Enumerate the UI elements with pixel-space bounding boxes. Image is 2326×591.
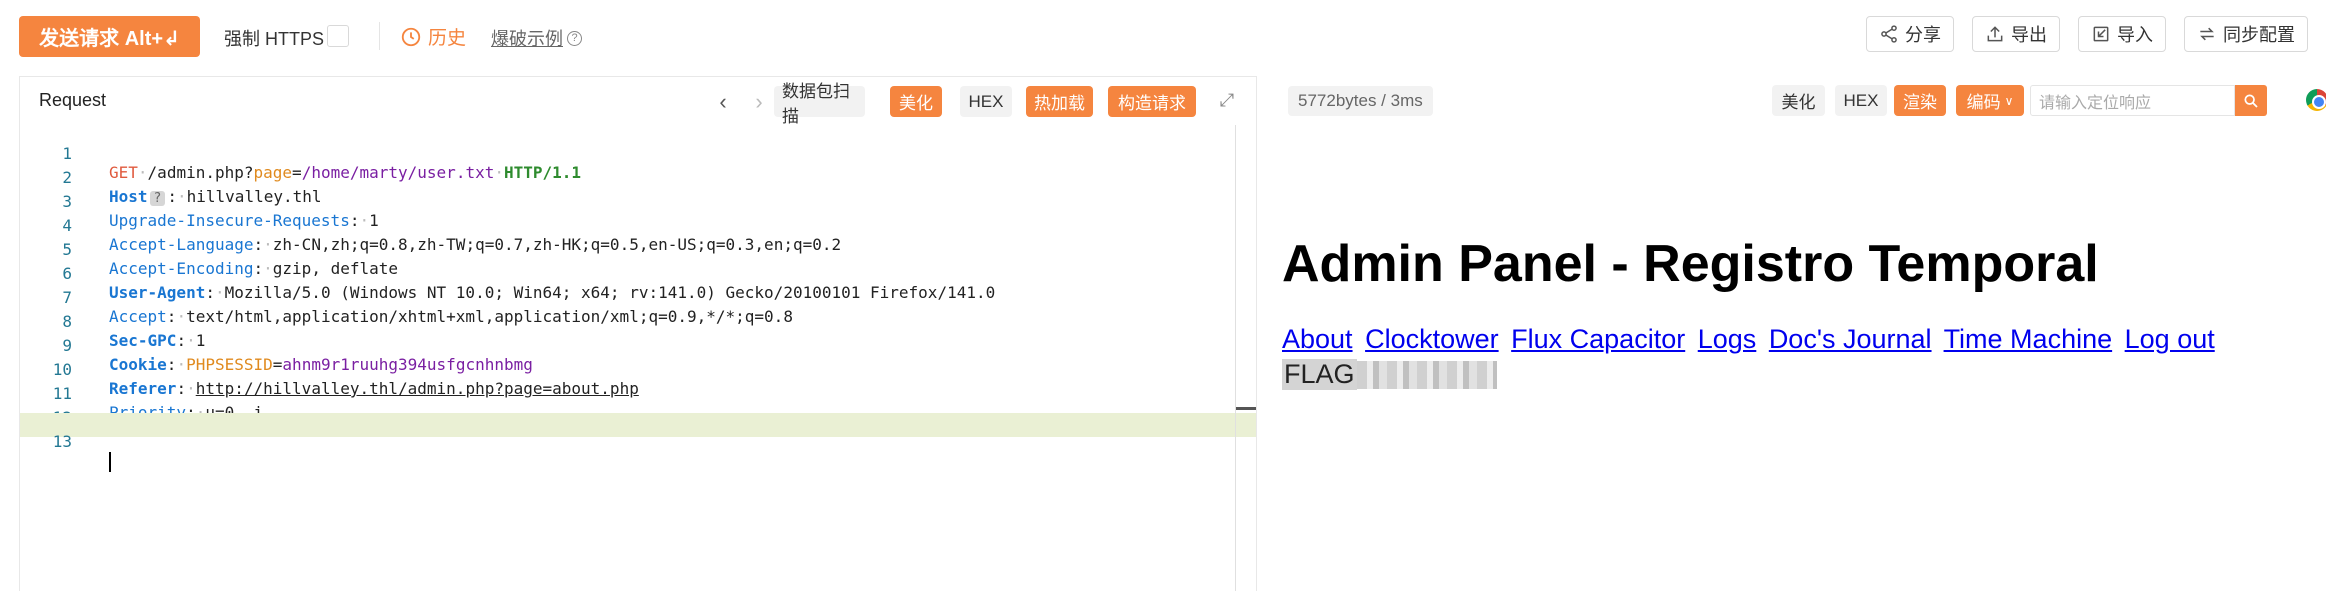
code-line: 11 Priority:·u=0, i	[20, 365, 1256, 422]
share-label: 分享	[1905, 25, 1941, 45]
response-hex-button[interactable]: HEX	[1835, 85, 1887, 116]
code-line: 7 Accept:·text/html,application/xhtml+xm…	[20, 269, 1256, 326]
force-https-checkbox[interactable]	[327, 25, 349, 47]
code-line: 10 Referer:·http://hillvalley.thl/admin.…	[20, 341, 1256, 398]
share-icon	[1881, 25, 1897, 43]
clock-icon	[401, 27, 421, 46]
editor-scrollbar[interactable]	[1235, 125, 1236, 591]
import-button[interactable]: 导入	[2078, 16, 2166, 52]
examples-label: 爆破示例	[491, 29, 563, 49]
response-beautify-button[interactable]: 美化	[1772, 85, 1825, 116]
rendered-response: Admin Panel - Registro Temporal About Cl…	[1270, 124, 2326, 591]
response-page-title: Admin Panel - Registro Temporal	[1282, 235, 2099, 293]
flag-output: FLAG	[1282, 358, 1497, 391]
flag-prefix: FLAG	[1282, 359, 1357, 390]
render-button[interactable]: 渲染	[1894, 85, 1946, 116]
code-line: 4 Accept-Language:·zh-CN,zh;q=0.8,zh-TW;…	[20, 197, 1256, 254]
sync-config-label: 同步配置	[2223, 25, 2295, 45]
request-editor[interactable]: 1 GET·/admin.php?page=/home/marty/user.t…	[20, 125, 1256, 591]
top-toolbar: 发送请求 Alt+↲ 强制 HTTPS 历史 爆破示例 ? 分享 导出 导入 同…	[0, 0, 2326, 74]
nav-link-docs-journal[interactable]: Doc's Journal	[1769, 324, 1932, 354]
chevron-right-icon[interactable]: ›	[749, 89, 769, 115]
search-icon	[2244, 93, 2258, 108]
scrollbar-marker	[1236, 407, 1256, 410]
import-label: 导入	[2117, 25, 2153, 45]
export-label: 导出	[2011, 25, 2047, 45]
chrome-icon[interactable]	[2306, 89, 2326, 111]
sync-config-button[interactable]: 同步配置	[2184, 16, 2308, 52]
encoding-label: 编码	[1966, 93, 2001, 112]
request-header: Request ‹ › 数据包扫描 美化 HEX 热加载 构造请求 ⤢	[20, 77, 1256, 126]
history-button[interactable]: 历史	[400, 23, 466, 50]
help-icon[interactable]: ?	[567, 30, 582, 46]
code-line-active: 13	[20, 413, 1256, 472]
request-panel: Request ‹ › 数据包扫描 美化 HEX 热加载 构造请求 ⤢ 1 GE…	[19, 76, 1257, 591]
send-request-button[interactable]: 发送请求 Alt+↲	[19, 16, 200, 57]
code-line: 12	[20, 389, 1256, 427]
history-label: 历史	[428, 28, 467, 49]
code-line: 8 Sec-GPC:·1	[20, 293, 1256, 350]
line-number: 13	[52, 432, 72, 451]
export-icon	[1987, 26, 2003, 42]
code-line: 6 User-Agent:·Mozilla/5.0 (Windows NT 10…	[20, 245, 1256, 302]
response-nav-links: About Clocktower Flux Capacitor Logs Doc…	[1282, 324, 2220, 355]
response-stats: 5772bytes / 3ms	[1288, 86, 1433, 116]
sync-icon	[2200, 27, 2214, 41]
redacted-flag-blur	[1356, 360, 1497, 389]
nav-link-flux-capacitor[interactable]: Flux Capacitor	[1511, 324, 1685, 354]
code-line: 5 Accept-Encoding:·gzip, deflate	[20, 221, 1256, 278]
response-panel: 5772bytes / 3ms 美化 HEX 渲染 编码 ∨ 请输入定位响应 A…	[1270, 76, 2326, 591]
search-button[interactable]	[2235, 85, 2267, 116]
toolbar-divider	[379, 22, 380, 50]
expand-icon[interactable]: ⤢	[1216, 90, 1238, 112]
chevron-down-icon: ∨	[2004, 93, 2014, 108]
request-title: Request	[39, 90, 107, 110]
code-line: 2 Host?:·hillvalley.thl	[20, 149, 1256, 206]
response-header: 5772bytes / 3ms 美化 HEX 渲染 编码 ∨ 请输入定位响应	[1270, 76, 2326, 124]
text-caret	[109, 451, 111, 472]
examples-link[interactable]: 爆破示例 ?	[491, 25, 582, 51]
hotload-button[interactable]: 热加载	[1026, 86, 1093, 117]
response-search-input[interactable]: 请输入定位响应	[2030, 85, 2235, 116]
export-button[interactable]: 导出	[1972, 16, 2060, 52]
share-button[interactable]: 分享	[1866, 16, 1954, 52]
nav-link-logs[interactable]: Logs	[1698, 324, 1757, 354]
nav-link-log-out[interactable]: Log out	[2125, 324, 2215, 354]
packet-scan-button[interactable]: 数据包扫描	[774, 82, 865, 126]
nav-link-about[interactable]: About	[1282, 324, 1353, 354]
beautify-button[interactable]: 美化	[890, 86, 942, 117]
nav-link-time-machine[interactable]: Time Machine	[1944, 324, 2113, 354]
code-line: 1 GET·/admin.php?page=/home/marty/user.t…	[20, 125, 1256, 182]
hex-button[interactable]: HEX	[960, 86, 1012, 117]
code-line: 9 Cookie:·PHPSESSID=ahnm9r1ruuhg394usfgc…	[20, 317, 1256, 374]
code-line: 3 Upgrade-Insecure-Requests:·1	[20, 173, 1256, 230]
force-https-label: 强制 HTTPS	[224, 29, 325, 49]
import-icon	[2093, 26, 2109, 42]
nav-link-clocktower[interactable]: Clocktower	[1365, 324, 1499, 354]
encoding-dropdown[interactable]: 编码 ∨	[1956, 85, 2024, 116]
chevron-left-icon[interactable]: ‹	[713, 89, 733, 115]
construct-request-button[interactable]: 构造请求	[1108, 86, 1196, 117]
